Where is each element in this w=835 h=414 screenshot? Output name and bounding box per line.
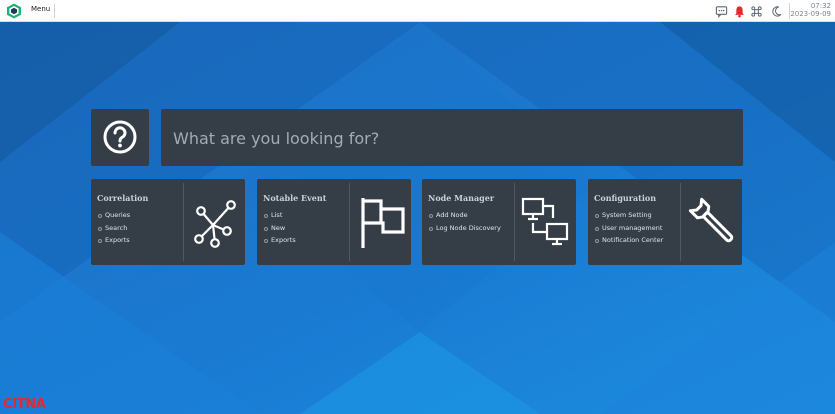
- link-exports[interactable]: Exports: [97, 234, 130, 247]
- card-divider: [514, 183, 515, 261]
- moon-icon[interactable]: [770, 5, 783, 18]
- question-icon: [103, 120, 137, 154]
- link-log-node-discovery[interactable]: Log Node Discovery: [428, 222, 501, 235]
- link-add-node[interactable]: Add Node: [428, 209, 501, 222]
- link-queries[interactable]: Queries: [97, 209, 130, 222]
- link-user-management[interactable]: User management: [594, 222, 663, 235]
- command-icon[interactable]: [750, 5, 763, 18]
- card-divider: [680, 183, 681, 261]
- card-link-list: Add Node Log Node Discovery: [428, 209, 501, 234]
- wrench-icon: [688, 197, 734, 243]
- menu-divider: [54, 4, 55, 18]
- clock-date: 2023-09-09: [790, 10, 831, 18]
- card-title: Notable Event: [263, 193, 327, 203]
- network-icon: [194, 200, 236, 248]
- card-configuration[interactable]: Configuration System Setting User manage…: [588, 179, 742, 265]
- card-link-list: List New Exports: [263, 209, 296, 247]
- chat-icon[interactable]: [715, 5, 728, 18]
- link-system-setting[interactable]: System Setting: [594, 209, 663, 222]
- link-exports[interactable]: Exports: [263, 234, 296, 247]
- card-divider: [349, 183, 350, 261]
- card-link-list: System Setting User management Notificat…: [594, 209, 663, 247]
- flag-icon: [361, 198, 405, 248]
- card-node-manager[interactable]: Node Manager Add Node Log Node Discovery: [422, 179, 576, 265]
- card-title: Configuration: [594, 193, 657, 203]
- clock: 07:32 2023-09-09: [790, 2, 831, 18]
- top-bar: Menu 07:32 2023-09-09: [0, 0, 835, 22]
- clock-time: 07:32: [810, 2, 831, 10]
- card-link-list: Queries Search Exports: [97, 209, 130, 247]
- search-bar: [161, 109, 743, 166]
- link-search[interactable]: Search: [97, 222, 130, 235]
- card-divider: [183, 183, 184, 261]
- card-title: Node Manager: [428, 193, 495, 203]
- bell-icon[interactable]: [733, 5, 746, 18]
- card-correlation[interactable]: Correlation Queries Search Exports: [91, 179, 245, 265]
- link-new[interactable]: New: [263, 222, 296, 235]
- connected-monitors-icon: [521, 197, 569, 246]
- watermark-logo: CITNA: [3, 397, 46, 412]
- card-notable-event[interactable]: Notable Event List New Exports: [257, 179, 411, 265]
- menu-button[interactable]: Menu: [31, 5, 50, 13]
- app-logo-icon[interactable]: [6, 3, 22, 19]
- link-notification-center[interactable]: Notification Center: [594, 234, 663, 247]
- search-input[interactable]: [173, 124, 713, 152]
- card-title: Correlation: [97, 193, 149, 203]
- help-button[interactable]: [91, 109, 149, 166]
- link-list[interactable]: List: [263, 209, 296, 222]
